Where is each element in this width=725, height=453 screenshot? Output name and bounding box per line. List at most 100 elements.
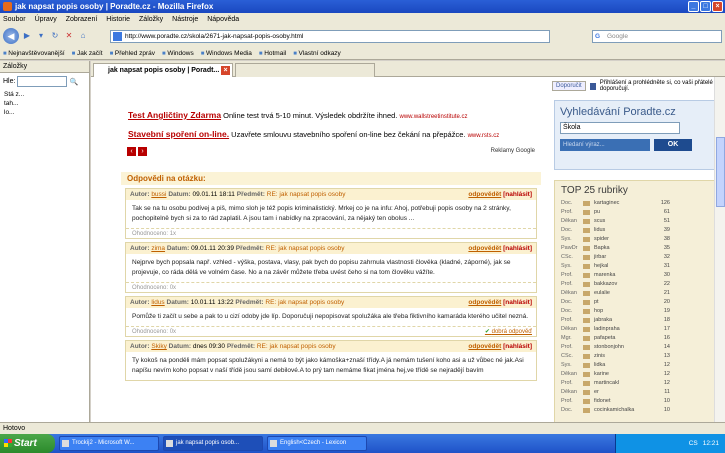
top25-row[interactable]: Prof. fidonet 10 xyxy=(561,397,713,406)
menu-napoveda[interactable]: Nápověda xyxy=(207,16,239,23)
bookmark-item[interactable]: Jak začít xyxy=(72,50,103,57)
top25-user[interactable]: jabraka xyxy=(594,316,650,325)
close-button[interactable]: × xyxy=(712,1,723,12)
bookmark-item[interactable]: Přehled zpráv xyxy=(110,50,155,57)
taskbar-item-active[interactable]: jak napsat popis osob... xyxy=(163,436,263,451)
bookmark-item[interactable]: Windows xyxy=(162,50,193,57)
category-select[interactable]: Škola xyxy=(560,122,680,134)
top25-row[interactable]: Děkan er 11 xyxy=(561,388,713,397)
top25-row[interactable]: Sys. spider 38 xyxy=(561,235,713,244)
answer-link[interactable]: odpovědět xyxy=(468,245,501,252)
top25-row[interactable]: PawDr Bapka 35 xyxy=(561,244,713,253)
top25-user[interactable]: zinis xyxy=(594,352,650,361)
sidebar-search-input[interactable] xyxy=(17,76,68,87)
home-icon[interactable]: ⌂ xyxy=(77,30,89,42)
dropdown-icon[interactable]: ▾ xyxy=(35,30,47,42)
top25-row[interactable]: CSc. zinis 13 xyxy=(561,352,713,361)
answer-link[interactable]: odpovědět xyxy=(468,299,501,306)
top25-row[interactable]: Prof. marenka 30 xyxy=(561,271,713,280)
top25-user[interactable]: scus xyxy=(594,217,650,226)
top25-row[interactable]: Prof. jabraka 18 xyxy=(561,316,713,325)
report-link[interactable]: [nahlásit] xyxy=(503,191,532,198)
menu-soubor[interactable]: Soubor xyxy=(3,16,26,23)
tree-item[interactable]: Stá z... xyxy=(4,90,89,99)
bookmark-item[interactable]: Vlastní odkazy xyxy=(293,50,341,57)
site-search-input[interactable]: Hledaní výraz... xyxy=(560,139,650,151)
tab-active[interactable]: jak napsat popis osoby | Poradt... × xyxy=(93,63,233,77)
menu-zalozky[interactable]: Záložky xyxy=(139,16,163,23)
top25-row[interactable]: Doc. hop 19 xyxy=(561,307,713,316)
start-button[interactable]: Start xyxy=(0,434,55,453)
answer-link[interactable]: odpovědět xyxy=(468,343,501,350)
top25-user[interactable]: jirbar xyxy=(594,253,650,262)
post-author[interactable]: lidus xyxy=(151,299,164,306)
top25-row[interactable]: Děkan scus 51 xyxy=(561,217,713,226)
ad-prev-icon[interactable]: ‹ xyxy=(127,146,136,156)
top25-row[interactable]: Prof. stonbonjohn 14 xyxy=(561,343,713,352)
search-input[interactable]: G Google xyxy=(592,30,722,43)
vertical-scrollbar[interactable] xyxy=(714,77,725,422)
stop-icon[interactable]: ✕ xyxy=(63,30,75,42)
report-link[interactable]: [nahlásit] xyxy=(503,299,532,306)
top25-user[interactable]: cocinkamichalka xyxy=(594,406,650,415)
top25-user[interactable]: hop xyxy=(594,307,650,316)
ad-title[interactable]: Stavební spoření on-line. xyxy=(128,129,229,139)
menu-zobrazeni[interactable]: Zobrazení xyxy=(66,16,98,23)
top25-user[interactable]: pafapeta xyxy=(594,334,650,343)
top25-user[interactable]: karine xyxy=(594,370,650,379)
report-link[interactable]: [nahlásit] xyxy=(503,245,532,252)
top25-user[interactable]: Bapka xyxy=(594,244,650,253)
tree-item[interactable]: tah... xyxy=(4,99,89,108)
tab-inactive[interactable] xyxy=(235,63,375,77)
top25-row[interactable]: Prof. bakkazov 22 xyxy=(561,280,713,289)
top25-row[interactable]: Mgr. pafapeta 16 xyxy=(561,334,713,343)
recommend-button[interactable]: Doporučit xyxy=(552,81,586,91)
minimize-button[interactable]: _ xyxy=(688,1,699,12)
top25-row[interactable]: CSc. jirbar 32 xyxy=(561,253,713,262)
menu-upravy[interactable]: Úpravy xyxy=(35,16,57,23)
top25-row[interactable]: Děkan karine 12 xyxy=(561,370,713,379)
top25-row[interactable]: Doc. cocinkamichalka 10 xyxy=(561,406,713,415)
answer-link[interactable]: odpovědět xyxy=(468,191,501,198)
scrollbar-thumb[interactable] xyxy=(716,137,725,207)
address-bar[interactable]: http://www.poradte.cz/skola/2671-jak-nap… xyxy=(110,30,550,43)
tab-close-icon[interactable]: × xyxy=(221,66,230,75)
ad-next-icon[interactable]: › xyxy=(138,146,147,156)
ads-by-google[interactable]: Reklamy Google xyxy=(491,148,535,154)
top25-user[interactable]: ladinpraha xyxy=(594,325,650,334)
top25-row[interactable]: Děkan eulalie 21 xyxy=(561,289,713,298)
top25-row[interactable]: Děkan ladinpraha 17 xyxy=(561,325,713,334)
top25-row[interactable]: Doc. pt 20 xyxy=(561,298,713,307)
top25-user[interactable]: hejkal xyxy=(594,262,650,271)
top25-user[interactable]: stonbonjohn xyxy=(594,343,650,352)
search-icon[interactable]: 🔍 xyxy=(69,78,78,86)
top25-user[interactable]: pt xyxy=(594,298,650,307)
top25-user[interactable]: lidus xyxy=(594,226,650,235)
top25-user[interactable]: eulalie xyxy=(594,289,650,298)
ad-url[interactable]: www.wallstreetinstitute.cz xyxy=(399,114,467,120)
top25-user[interactable]: lidka xyxy=(594,361,650,370)
top25-row[interactable]: Doc. kartaginec 126 xyxy=(561,199,713,208)
top25-user[interactable]: martincakl xyxy=(594,379,650,388)
forward-icon[interactable]: ▶ xyxy=(21,30,33,42)
top25-user[interactable]: spider xyxy=(594,235,650,244)
top25-user[interactable]: er xyxy=(594,388,650,397)
post-author[interactable]: Skiky xyxy=(151,343,167,350)
bookmark-item[interactable]: Windows Media xyxy=(201,50,252,57)
reload-icon[interactable]: ↻ xyxy=(49,30,61,42)
post-author[interactable]: bussi xyxy=(151,191,166,198)
top25-user[interactable]: bakkazov xyxy=(594,280,650,289)
top25-user[interactable]: marenka xyxy=(594,271,650,280)
tree-item[interactable]: lo... xyxy=(4,108,89,117)
top25-user[interactable]: kartaginec xyxy=(594,199,650,208)
bookmark-item[interactable]: Hotmail xyxy=(259,50,286,57)
menu-historie[interactable]: Historie xyxy=(106,16,130,23)
taskbar-item[interactable]: English<Czech - Lexicon xyxy=(267,436,367,451)
top25-user[interactable]: fidonet xyxy=(594,397,650,406)
top25-row[interactable]: Doc. lidus 39 xyxy=(561,226,713,235)
site-search-ok-button[interactable]: OK xyxy=(654,139,692,151)
ad-url[interactable]: www.rsts.cz xyxy=(468,133,500,139)
tray-language[interactable]: CS xyxy=(689,440,698,447)
ad-title[interactable]: Test Angličtiny Zdarma xyxy=(128,110,221,120)
post-author[interactable]: zima xyxy=(151,245,165,252)
